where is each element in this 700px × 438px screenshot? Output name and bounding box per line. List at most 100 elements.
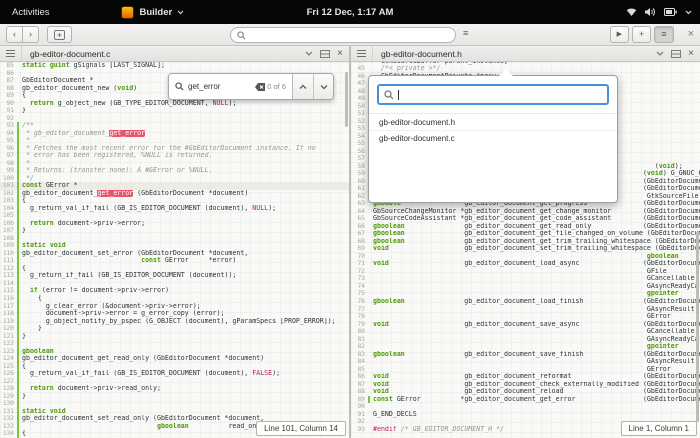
code-line[interactable]: 65GbSourceCodeAssistant *gb_editor_docum… xyxy=(351,215,700,223)
document-menu-button-left[interactable] xyxy=(0,46,22,61)
code-editor-left[interactable]: 85static guint gSignals [LAST_SIGNAL];86… xyxy=(0,62,349,438)
tab-chevron-down-icon[interactable] xyxy=(656,51,664,57)
code-line[interactable]: 90 xyxy=(351,403,700,411)
code-line[interactable]: 122 xyxy=(0,340,349,348)
code-line[interactable]: 125{ xyxy=(0,363,349,371)
code-line[interactable]: 99 * Returns: (transfer none): A #GError… xyxy=(0,167,349,175)
tab-chevron-down-icon[interactable] xyxy=(305,51,313,57)
code-line[interactable]: 84 GAsyncResult *result, xyxy=(351,358,700,366)
code-line[interactable]: 97 * error has been registered, %NULL is… xyxy=(0,152,349,160)
code-line[interactable]: 93/** xyxy=(0,122,349,130)
code-line[interactable]: 127 xyxy=(0,378,349,386)
code-line[interactable]: 118 document->priv->error = g_error_copy… xyxy=(0,310,349,318)
code-line[interactable]: 120 } xyxy=(0,325,349,333)
global-search-input[interactable] xyxy=(250,30,449,41)
code-line[interactable]: 130 xyxy=(0,400,349,408)
code-line[interactable]: 108 xyxy=(0,235,349,243)
code-line[interactable]: 95 * xyxy=(0,137,349,145)
code-line[interactable]: 100 */ xyxy=(0,175,349,183)
code-line[interactable]: 81 GAsyncReadyCallback callback, xyxy=(351,336,700,344)
forward-button[interactable]: › xyxy=(22,26,39,43)
activities-button[interactable]: Activities xyxy=(0,7,61,18)
code-line[interactable]: 83gboolean gb_editor_document_save_finis… xyxy=(351,351,700,359)
code-line[interactable]: 88void gb_editor_document_reload (GbEdit… xyxy=(351,388,700,396)
code-line[interactable]: 89const GError *gb_editor_document_get_e… xyxy=(351,396,700,404)
code-line[interactable]: 73 GCancellable *cancellable, xyxy=(351,275,700,283)
code-line[interactable]: 105 xyxy=(0,212,349,220)
code-line[interactable]: 94 * gb_editor_document_get_error xyxy=(0,130,349,138)
code-line[interactable]: 90 return g_object_new (GB_TYPE_EDITOR_D… xyxy=(0,100,349,108)
code-line[interactable]: 72 GFile *file, xyxy=(351,268,700,276)
code-line[interactable]: 113 g_return_if_fail (GB_IS_EDITOR_DOCUM… xyxy=(0,272,349,280)
code-line[interactable]: 109static void xyxy=(0,242,349,250)
find-entry[interactable]: get_error 0 of 6 xyxy=(169,74,293,99)
new-document-button[interactable] xyxy=(47,26,72,43)
clear-search-icon[interactable] xyxy=(255,83,265,91)
app-menu[interactable]: Builder xyxy=(121,6,184,19)
code-line[interactable]: 121} xyxy=(0,333,349,341)
code-line[interactable]: 79void gb_editor_document_save_async (Gb… xyxy=(351,321,700,329)
code-line[interactable]: 106 return document->priv->error; xyxy=(0,220,349,228)
code-line[interactable]: 126 g_return_val_if_fail (GB_IS_EDITOR_D… xyxy=(0,370,349,378)
new-tab-button[interactable]: + xyxy=(632,26,651,43)
code-line[interactable]: 110gb_editor_document_set_error (GbEdito… xyxy=(0,250,349,258)
document-search-entry[interactable] xyxy=(377,84,609,105)
code-line[interactable]: 117 g_clear_error (&document->priv->erro… xyxy=(0,303,349,311)
code-line[interactable]: 45 /*< private >*/ xyxy=(351,65,700,73)
code-line[interactable]: 76gboolean gb_editor_document_load_finis… xyxy=(351,298,700,306)
list-item[interactable]: gb-editor-document.h xyxy=(369,114,617,130)
document-menu-button-right[interactable] xyxy=(351,46,373,61)
global-search-entry[interactable] xyxy=(230,27,456,43)
code-line[interactable]: 123gboolean xyxy=(0,348,349,356)
code-line[interactable]: 131static void xyxy=(0,408,349,416)
code-line[interactable]: 85 GError **error); xyxy=(351,366,700,374)
code-line[interactable]: 124gb_editor_document_get_read_only (GbE… xyxy=(0,355,349,363)
tab-title-left[interactable]: gb-editor-document.c xyxy=(22,49,299,59)
code-line[interactable]: 112{ xyxy=(0,265,349,273)
code-line[interactable]: 102gb_editor_document_get_error (GbEdito… xyxy=(0,190,349,198)
code-line[interactable]: 92 xyxy=(0,115,349,123)
clock[interactable]: Fri 12 Dec, 1:17 AM xyxy=(0,7,700,18)
list-item[interactable]: gb-editor-document.c xyxy=(369,130,617,146)
split-view-icon[interactable] xyxy=(320,50,330,58)
code-line[interactable]: 68gboolean gb_editor_document_get_trim_t… xyxy=(351,238,700,246)
code-line[interactable]: 128 return document->priv->read_only; xyxy=(0,385,349,393)
find-previous-button[interactable] xyxy=(293,74,313,99)
code-line[interactable]: 98 * xyxy=(0,160,349,168)
close-tab-icon[interactable]: × xyxy=(337,49,343,59)
find-next-button[interactable] xyxy=(313,74,333,99)
code-line[interactable]: 77 GAsyncResult *result, xyxy=(351,306,700,314)
split-view-icon[interactable] xyxy=(671,50,681,58)
code-line[interactable]: 71void gb_editor_document_load_async (Gb… xyxy=(351,260,700,268)
search-options-menu-button[interactable]: ≡ xyxy=(463,29,468,38)
code-line[interactable]: 80 GCancellable *cancellable, xyxy=(351,328,700,336)
scrollbar-right[interactable] xyxy=(696,232,699,422)
code-line[interactable]: 129} xyxy=(0,393,349,401)
code-line[interactable]: 82 gpointer user_data); xyxy=(351,343,700,351)
code-line[interactable]: 101const GError * xyxy=(0,182,349,190)
code-line[interactable]: 111 const GError *error) xyxy=(0,257,349,265)
code-line[interactable]: 116 { xyxy=(0,295,349,303)
code-line[interactable]: 87void gb_editor_document_check_external… xyxy=(351,381,700,389)
code-line[interactable]: 64GbSourceChangeMonitor *gb_editor_docum… xyxy=(351,208,700,216)
system-tray[interactable] xyxy=(626,0,692,24)
code-line[interactable]: 103{ xyxy=(0,197,349,205)
close-tab-icon[interactable]: × xyxy=(688,49,694,59)
code-line[interactable]: 69void gb_editor_document_set_trim_trail… xyxy=(351,245,700,253)
code-line[interactable]: 96 * Fetches the most recent error for t… xyxy=(0,145,349,153)
back-button[interactable]: ‹ xyxy=(6,26,23,43)
code-line[interactable]: 75 gpointer user_data); xyxy=(351,290,700,298)
scrollbar-left[interactable] xyxy=(345,72,348,127)
code-line[interactable]: 74 GAsyncReadyCallback callback, xyxy=(351,283,700,291)
code-line[interactable]: 66gboolean gb_editor_document_get_read_o… xyxy=(351,223,700,231)
window-close-button[interactable]: × xyxy=(688,29,694,40)
tab-title-right[interactable]: gb-editor-document.h xyxy=(373,49,650,59)
run-button[interactable]: ▶ xyxy=(610,26,629,43)
gear-menu-button[interactable]: ≡ xyxy=(654,26,673,43)
code-line[interactable]: 107} xyxy=(0,227,349,235)
code-line[interactable]: 86void gb_editor_document_reformat (GbEd… xyxy=(351,373,700,381)
code-line[interactable]: 70 gboolean trim_trailing_whitespace); xyxy=(351,253,700,261)
code-line[interactable]: 104 g_return_val_if_fail (GB_IS_EDITOR_D… xyxy=(0,205,349,213)
code-line[interactable]: 85static guint gSignals [LAST_SIGNAL]; xyxy=(0,62,349,70)
code-line[interactable]: 114 xyxy=(0,280,349,288)
